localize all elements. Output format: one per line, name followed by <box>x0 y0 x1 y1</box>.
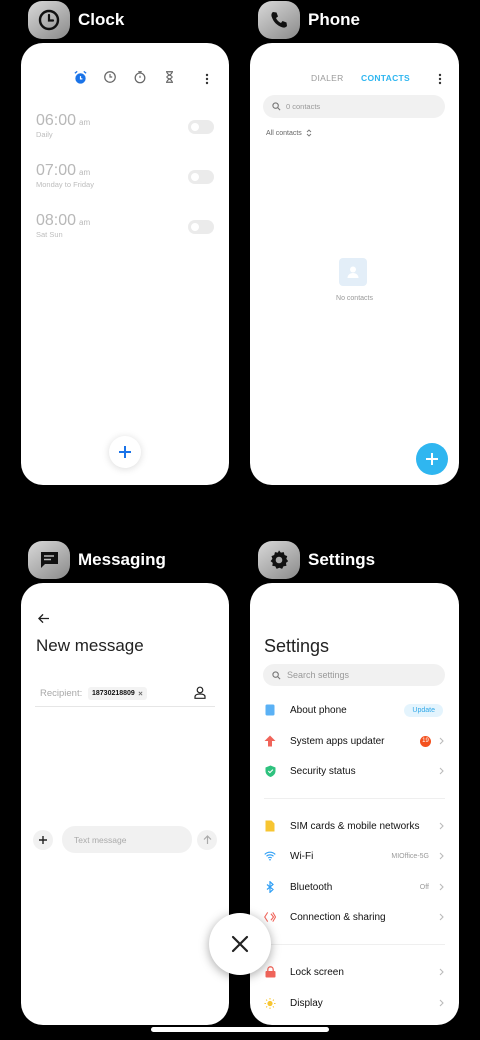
alarm-toggle[interactable] <box>188 220 214 234</box>
connection-sharing-icon <box>264 911 276 923</box>
messaging-app-header[interactable]: Messaging <box>28 540 166 580</box>
messaging-card[interactable]: New message Recipient: 18730218809 Text … <box>21 583 229 1025</box>
chevron-right-icon <box>437 852 445 860</box>
search-icon <box>272 670 281 679</box>
phone-more-icon[interactable] <box>438 72 442 90</box>
chevron-right-icon <box>437 737 445 745</box>
update-button[interactable]: Update <box>404 703 443 717</box>
message-placeholder: Text message <box>74 834 127 845</box>
message-input[interactable]: Text message <box>62 826 192 853</box>
clock-card[interactable]: 06:00 am Daily 07:00 am Monday to Friday 0… <box>21 43 229 485</box>
settings-app-icon[interactable] <box>258 541 300 579</box>
home-indicator-bar[interactable] <box>151 1027 329 1032</box>
add-alarm-button[interactable] <box>109 436 141 468</box>
about-phone-icon <box>264 704 276 716</box>
contacts-search-input[interactable]: 0 contacts <box>263 95 445 118</box>
settings-item-about-phone[interactable]: About phone Update <box>264 697 445 723</box>
clock-more-icon[interactable] <box>205 72 209 90</box>
settings-item-system-apps-updater[interactable]: System apps updater 19 <box>264 728 445 754</box>
settings-divider <box>264 798 445 799</box>
phone-app-header[interactable]: Phone <box>258 0 360 40</box>
timer-tab-icon[interactable] <box>163 70 176 89</box>
alarm-toggle[interactable] <box>188 170 214 184</box>
bluetooth-status: Off <box>419 883 429 891</box>
sort-icon <box>306 129 312 137</box>
settings-item-bluetooth[interactable]: Bluetooth Off <box>264 874 445 900</box>
settings-item-sim-cards[interactable]: SIM cards & mobile networks <box>264 813 445 839</box>
wifi-network-name: MIOffice-5G <box>391 852 429 860</box>
contact-picker-icon[interactable] <box>194 686 206 704</box>
recipient-label: Recipient: <box>40 688 83 699</box>
clock-app-icon[interactable] <box>28 1 70 39</box>
back-arrow-icon[interactable] <box>37 611 50 629</box>
settings-card[interactable]: Settings Search settings About phone Upd… <box>250 583 459 1025</box>
settings-item-security-status[interactable]: Security status <box>264 758 445 784</box>
phone-card[interactable]: DIALER CONTACTS 0 contacts All contacts … <box>250 43 459 485</box>
chevron-right-icon <box>437 968 445 976</box>
recipient-divider <box>35 706 215 707</box>
contacts-filter-dropdown[interactable]: All contacts <box>266 129 312 137</box>
settings-app-header[interactable]: Settings <box>258 540 375 580</box>
clear-all-button[interactable] <box>209 913 271 975</box>
empty-contacts-text: No contacts <box>336 295 373 302</box>
recipient-chip-number: 18730218809 <box>92 690 135 697</box>
settings-search-input[interactable]: Search settings <box>263 664 445 686</box>
contacts-filter-label: All contacts <box>266 129 302 137</box>
sun-icon <box>264 997 276 1009</box>
lock-icon <box>264 966 276 978</box>
alarm-repeat: Sat Sun <box>36 230 63 239</box>
attach-button[interactable] <box>33 830 53 850</box>
alarm-tab-icon[interactable] <box>73 70 88 90</box>
bluetooth-icon <box>264 881 276 893</box>
stopwatch-tab-icon[interactable] <box>133 70 147 89</box>
send-arrow-icon <box>203 835 211 844</box>
clock-app-title: Clock <box>78 10 125 29</box>
settings-heading: Settings <box>264 636 330 656</box>
wifi-icon <box>264 850 276 862</box>
settings-divider <box>264 944 445 945</box>
settings-item-connection-sharing[interactable]: Connection & sharing <box>264 904 445 930</box>
alarm-time: 06:00 am <box>36 112 91 129</box>
settings-item-wifi[interactable]: Wi-Fi MIOffice-5G <box>264 843 445 869</box>
plus-icon <box>426 453 438 465</box>
world-clock-tab-icon[interactable] <box>103 70 117 89</box>
shield-icon <box>264 765 276 777</box>
messaging-app-icon[interactable] <box>28 541 70 579</box>
update-arrow-icon <box>264 735 276 747</box>
messaging-app-title: Messaging <box>78 550 166 569</box>
phone-app-title: Phone <box>308 10 360 29</box>
chevron-right-icon <box>437 822 445 830</box>
contacts-search-placeholder: 0 contacts <box>286 102 321 111</box>
chevron-right-icon <box>437 999 445 1007</box>
tab-contacts[interactable]: CONTACTS <box>361 73 410 83</box>
new-message-heading: New message <box>36 636 144 655</box>
plus-icon <box>39 836 47 844</box>
chevron-right-icon <box>437 913 445 921</box>
search-icon <box>272 102 281 111</box>
send-button[interactable] <box>197 830 217 850</box>
remove-recipient-icon[interactable] <box>138 691 143 696</box>
recipient-chip[interactable]: 18730218809 <box>88 687 147 700</box>
alarm-time: 07:00 am <box>36 162 91 179</box>
clock-app-header[interactable]: Clock <box>28 0 124 40</box>
alarm-repeat: Daily <box>36 130 53 139</box>
updates-badge: 19 <box>420 735 431 747</box>
plus-icon <box>119 446 131 458</box>
sim-card-icon <box>264 820 276 832</box>
alarm-time: 08:00 am <box>36 212 91 229</box>
tab-dialer[interactable]: DIALER <box>311 73 344 83</box>
add-contact-button[interactable] <box>416 443 448 475</box>
alarm-toggle[interactable] <box>188 120 214 134</box>
chevron-right-icon <box>437 767 445 775</box>
settings-search-placeholder: Search settings <box>287 670 350 680</box>
alarm-repeat: Monday to Friday <box>36 180 94 189</box>
settings-item-display[interactable]: Display <box>264 990 445 1016</box>
chevron-right-icon <box>437 883 445 891</box>
phone-app-icon[interactable] <box>258 1 300 39</box>
empty-contacts-icon <box>339 258 367 286</box>
close-icon <box>231 935 249 953</box>
settings-app-title: Settings <box>308 550 376 569</box>
settings-item-lock-screen[interactable]: Lock screen <box>264 959 445 985</box>
